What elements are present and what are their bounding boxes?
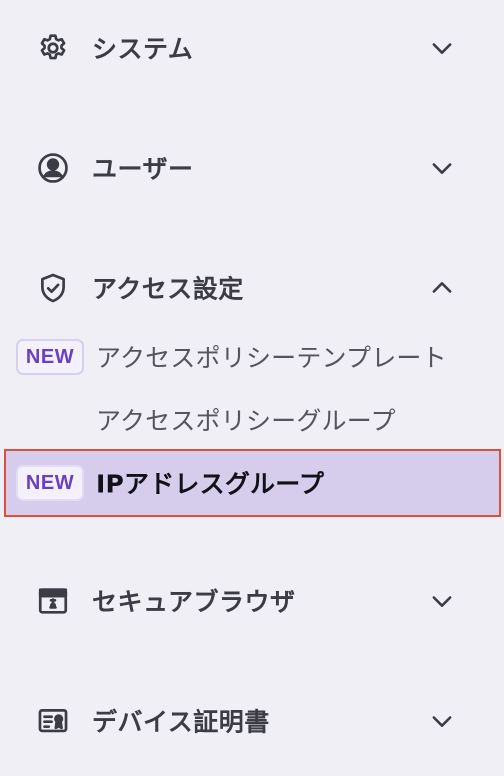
nav-section-label: システム bbox=[92, 34, 194, 64]
new-badge: NEW bbox=[16, 465, 84, 501]
nav-section-secure-browser[interactable]: セキュアブラウザ bbox=[0, 571, 504, 631]
user-circle-icon bbox=[36, 151, 70, 185]
chevron-up-icon bbox=[428, 274, 456, 302]
nav-section-label: ユーザー bbox=[92, 154, 194, 184]
nav-item-access-policy-template[interactable]: NEW アクセスポリシーテンプレート bbox=[0, 329, 504, 385]
browser-window-icon bbox=[36, 584, 70, 618]
nav-item-ip-address-group[interactable]: NEW IPアドレスグループ bbox=[4, 449, 501, 517]
nav-item-label: アクセスポリシーグループ bbox=[96, 406, 396, 436]
nav-section-device-certificate[interactable]: デバイス証明書 bbox=[0, 691, 504, 751]
nav-item-label: IPアドレスグループ bbox=[96, 469, 325, 499]
nav-section-label: デバイス証明書 bbox=[92, 707, 270, 737]
shield-check-icon bbox=[36, 271, 70, 305]
chevron-down-icon bbox=[428, 34, 456, 62]
nav-section-access-settings[interactable]: アクセス設定 bbox=[0, 258, 504, 318]
nav-section-system[interactable]: システム bbox=[0, 18, 504, 78]
chevron-down-icon bbox=[428, 154, 456, 182]
gear-icon bbox=[36, 31, 70, 65]
new-badge: NEW bbox=[16, 339, 84, 375]
certificate-icon bbox=[36, 704, 70, 738]
chevron-down-icon bbox=[428, 707, 456, 735]
nav-section-users[interactable]: ユーザー bbox=[0, 138, 504, 198]
nav-item-label: アクセスポリシーテンプレート bbox=[96, 343, 447, 373]
nav-section-label: アクセス設定 bbox=[92, 274, 244, 304]
chevron-down-icon bbox=[428, 587, 456, 615]
nav-section-label: セキュアブラウザ bbox=[92, 587, 296, 617]
nav-item-access-policy-group[interactable]: アクセスポリシーグループ bbox=[0, 392, 504, 448]
